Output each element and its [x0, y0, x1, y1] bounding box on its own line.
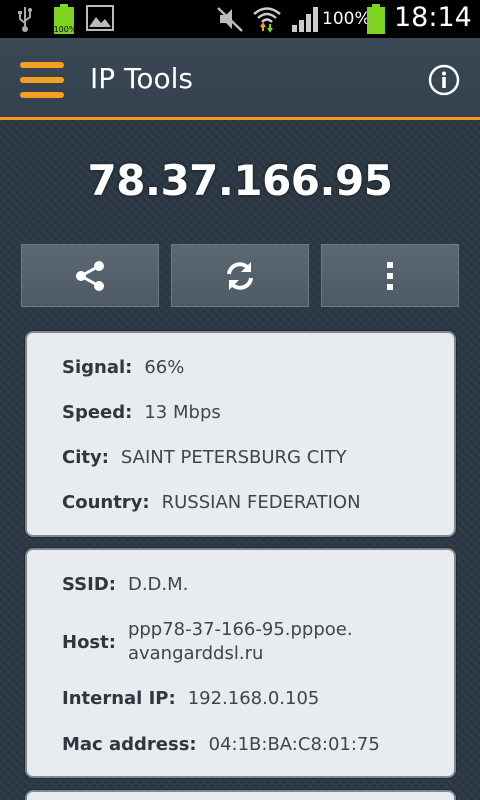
- battery-icon: [367, 4, 385, 34]
- country-row: Country: RUSSIAN FEDERATION: [62, 492, 361, 513]
- mac-value: 04:1B:BA:C8:01:75: [208, 734, 380, 755]
- host-value-line2: avangarddsl.ru: [127, 643, 264, 664]
- ssid-label: SSID:: [62, 574, 116, 595]
- wifi-info-card: SSID: D.D.M. Host: ppp78-37-166-95.pppoe.…: [25, 548, 456, 778]
- mac-label: Mac address:: [62, 734, 197, 755]
- host-row: Host: ppp78-37-166-95.pppoe. avangarddsl…: [62, 618, 353, 666]
- host-value: ppp78-37-166-95.pppoe. avangarddsl.ru: [128, 618, 353, 666]
- signal-label: Signal:: [62, 357, 133, 378]
- share-button[interactable]: [21, 244, 159, 307]
- clock: 18:14: [394, 2, 472, 33]
- city-value: SAINT PETERSBURG CITY: [120, 447, 347, 468]
- host-value-line1: ppp78-37-166-95.pppoe.: [127, 619, 353, 640]
- city-row: City: SAINT PETERSBURG CITY: [62, 447, 347, 468]
- refresh-button[interactable]: [171, 244, 309, 307]
- network-info-card: Signal: 66% Speed: 13 Mbps City: SAINT PETE…: [25, 331, 456, 537]
- battery-small-label: 100%: [53, 25, 77, 34]
- ssid-value: D.D.M.: [127, 574, 189, 595]
- speed-row: Speed: 13 Mbps: [62, 402, 221, 423]
- mute-icon: [217, 7, 243, 32]
- country-value: RUSSIAN FEDERATION: [161, 492, 361, 513]
- speed-value: 13 Mbps: [144, 402, 221, 423]
- app-title: IP Tools: [90, 62, 194, 95]
- internal-ip-row: Internal IP: 192.168.0.105: [62, 688, 319, 709]
- status-bar: 100% 100% 18:14: [0, 0, 480, 38]
- signal-value: 66%: [144, 357, 185, 378]
- usb-icon: [18, 7, 32, 32]
- action-bar: IP Tools: [0, 38, 480, 120]
- battery-percent: 100%: [322, 9, 371, 29]
- image-icon: [86, 5, 114, 31]
- next-card: [25, 790, 456, 800]
- share-icon: [76, 260, 104, 291]
- speed-label: Speed:: [62, 402, 133, 423]
- signal-icon: [292, 7, 318, 32]
- host-label: Host:: [62, 631, 116, 653]
- more-vertical-icon: [387, 261, 393, 290]
- ip-address: 78.37.166.95: [87, 156, 393, 205]
- internal-ip-label: Internal IP:: [62, 688, 176, 709]
- refresh-icon: [227, 261, 253, 290]
- more-button[interactable]: [321, 244, 459, 307]
- mac-row: Mac address: 04:1B:BA:C8:01:75: [62, 734, 380, 755]
- internal-ip-value: 192.168.0.105: [187, 688, 320, 709]
- city-label: City:: [62, 447, 109, 468]
- info-icon[interactable]: [428, 64, 460, 96]
- signal-row: Signal: 66%: [62, 357, 184, 378]
- menu-icon[interactable]: [20, 62, 64, 100]
- country-label: Country:: [62, 492, 150, 513]
- wifi-icon: [253, 7, 281, 33]
- ssid-row: SSID: D.D.M.: [62, 574, 188, 595]
